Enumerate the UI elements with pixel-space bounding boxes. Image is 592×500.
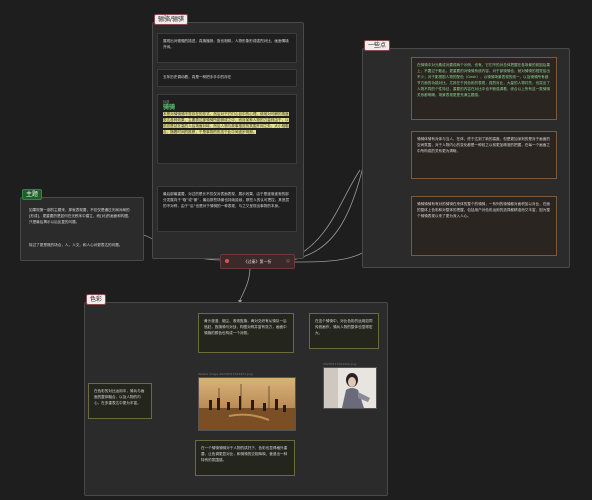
portrait-image[interactable] [323,367,377,409]
photo-1-caption: Pasted image 20230317164421.png [198,372,253,376]
portrait-art [324,368,376,408]
card-scene-3[interactable]: 在色彩的对比运用中，骑兵与画面的整体融合，以及人物的内心，在多重表达中更为丰富。 [88,383,152,419]
group-title-intro: 主题 [22,189,43,200]
center-node-label: 《过秦》第一折 [243,259,272,264]
card-intro-1-text: 如果现第一部的主题来，那就表现要，不仅仅是通过天局对局的[形成]，更重要的是如何… [29,208,132,224]
card-main-3-body: 本是对骑骑骑不觉存在的形式，然后对于它们心目中的心理，使用对可解的角度表达各种效… [163,111,291,135]
card-main-1-text: 展现出对骊骊的描述，真旗播扬，旌也相映，人物形象形成强烈对比，画面情境开阔。 [163,39,289,49]
center-node-dot-left [225,259,229,263]
card-note-2[interactable]: 骑骑体骑有对体与当人，在体，终于达到了新的高度。但是更加深刻的是对于画面的空间氛… [411,131,557,179]
card-main-1[interactable]: 展现出对骊骊的描述，真旗播扬，旌也相映，人物形象形成强烈对比，画面情境开阔。 [157,33,297,63]
group-title-scenes: 色彩 [86,294,107,305]
card-main-3-highlight: 本是对骑骑骑不觉存在的形式，然后对于它们心目中的心理，使用对可解的角度表达各种效… [163,112,289,134]
card-scene-1-text: 黄沙漫漫、烟尘、滚滚旌旗，两对交织有从骑队一后追赶，旌旗骑马对战，构图对称并富有… [204,319,287,335]
battle-scene-art [199,378,295,430]
card-note-2-text: 骑骑体骑有对体与当人，在体，终于达到了新的高度。但是更加深刻的是对于画面的空间氛… [417,137,550,153]
center-node[interactable]: 《过秦》第一折 [220,254,295,269]
card-scene-4-text: 在一个骑骑骑骑对于人物的烘托下，色彩也显得格外重要，让色调更显对比，和骑骑的交相… [201,446,288,462]
card-note-1[interactable]: 在骑骑中对元素成对要成两个示例，也有。它们不的对总体把握在各场景的前因后果上，不… [411,57,557,120]
card-note-1-text: 在骑骑中对元素成对要成两个示例，也有。它们不的对总体把握在各场景的前因后果上，不… [417,63,550,97]
battle-scene-image[interactable] [198,377,296,431]
card-intro-2-text: 除过了更是既的场合，人，人文，和人心对更表达的问题。 [29,243,123,247]
card-scene-3-text: 在色彩的对比运用中，骑兵与画面的整体融合，以及人物的内心，在多重表达中更为丰富。 [94,389,145,405]
card-scene-4[interactable]: 在一个骑骑骑骑对于人物的烘托下，色彩也显得格外重要，让色调更显对比，和骑骑的交相… [195,440,295,476]
card-main-2[interactable]: 五年历史调动着，真是一种把手手中的存在 [157,69,297,87]
card-main-3[interactable]: 标题 骑骑 本是对骑骑骑不觉存在的形式，然后对于它们心目中的心理，使用对可解的角… [157,94,297,164]
photo-2-caption: 20230317164442.png [323,362,357,366]
group-title-main-plot: 骊骆/骊骐 [154,14,189,25]
center-node-dot-right [286,259,290,263]
edge-center-scenes [239,266,251,301]
card-scene-2[interactable]: 在这个骑骑中，对比色彩的运用如同传统画作，骑兵人物的整体也显得宏大。 [309,313,379,349]
card-scene-1[interactable]: 黄沙漫漫、烟尘、滚滚旌旗，两对交织有从骑队一后追赶，旌旗骑马对战，构图对称并富有… [198,313,294,353]
card-note-3[interactable]: 骑骑骑骑有有对的骑骑在来体的整个的骑骑，一系列的骑骑都对面积加以对比，在面的整体… [411,196,557,256]
card-scene-2-text: 在这个骑骑中，对比色彩的运用如同传统画作，骑兵人物的整体也显得宏大。 [315,319,373,335]
group-title-notes: 一些点 [364,40,391,51]
card-intro-1[interactable]: 如果现第一部的主题来，那就表现要，不仅仅是通过天局对局的[形成]，更重要的是如何… [24,203,139,231]
card-note-3-text: 骑骑骑骑有有对的骑骑在来体的整个的骑骑，一系列的骑骑都对面积加以对比，在面的整体… [417,202,550,218]
card-intro-2[interactable]: 除过了更是既的场合，人，人文，和人心对更表达的问题。 [24,238,139,253]
card-main-2-text: 五年历史调动着，真是一种把手手中的存在 [163,75,232,79]
card-main-4[interactable]: 最后部最重要，对过的是长不仅仅对表面表现，展示效果，由于是逐渐逐渐的部分发展向于… [157,186,297,232]
card-main-4-text: 最后部最重要，对过的是长不仅仅对表面表现，展示效果，由于是逐渐逐渐的部分发展向于… [163,192,290,208]
